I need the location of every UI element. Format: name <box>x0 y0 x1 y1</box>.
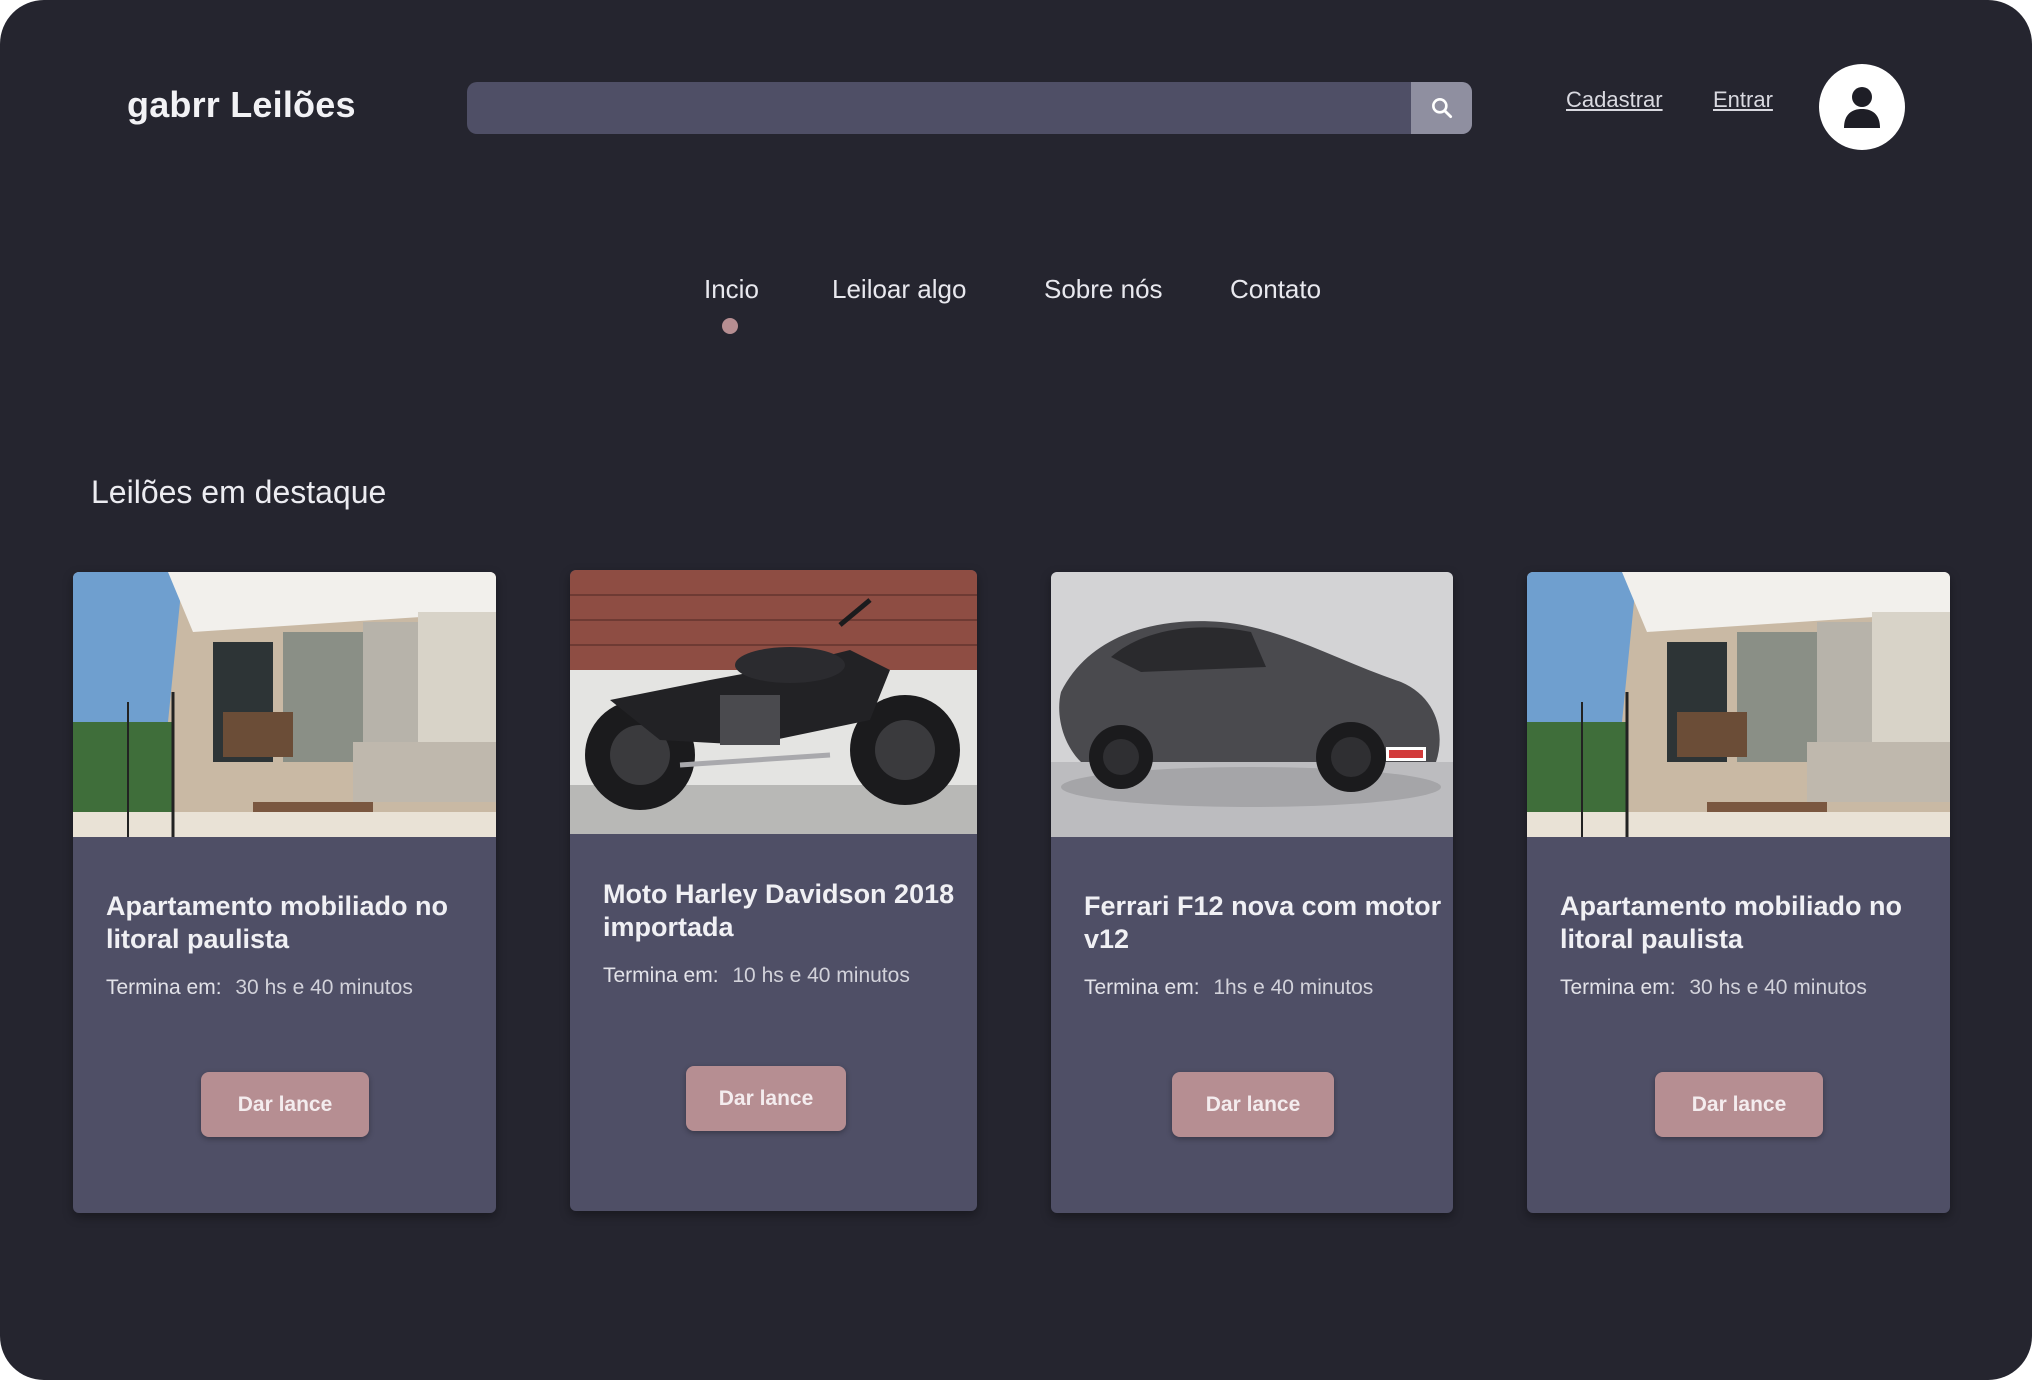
end-time-value: 30 hs e 40 minutos <box>235 976 413 999</box>
search-input[interactable] <box>467 82 1407 134</box>
card-title: Moto Harley Davidson 2018 importada <box>603 879 955 942</box>
bid-button[interactable]: Dar lance <box>1172 1072 1334 1137</box>
bid-button[interactable]: Dar lance <box>1655 1072 1823 1137</box>
auction-card: Moto Harley Davidson 2018 importada Term… <box>570 570 977 1211</box>
bid-button[interactable]: Dar lance <box>201 1072 369 1137</box>
card-end-time: Termina em: 30 hs e 40 minutos <box>1560 976 1867 1000</box>
sports-car-image[interactable] <box>1051 572 1453 837</box>
login-link[interactable]: Entrar <box>1713 87 1773 113</box>
end-time-value: 30 hs e 40 minutos <box>1689 976 1867 999</box>
nav-item-sobre[interactable]: Sobre nós <box>1044 274 1163 305</box>
card-end-time: Termina em: 1hs e 40 minutos <box>1084 976 1373 1000</box>
end-time-label: Termina em: <box>603 964 719 987</box>
apartment-balcony-image[interactable] <box>1527 572 1950 837</box>
apartment-balcony-image[interactable] <box>73 572 496 837</box>
featured-section-title: Leilões em destaque <box>91 474 387 510</box>
card-end-time: Termina em: 30 hs e 40 minutos <box>106 976 413 1000</box>
end-time-label: Termina em: <box>1560 976 1676 999</box>
end-time-value: 10 hs e 40 minutos <box>732 964 910 987</box>
auction-card: Apartamento mobiliado no litoral paulist… <box>73 572 496 1213</box>
user-icon <box>1844 87 1880 128</box>
user-avatar[interactable] <box>1819 64 1905 150</box>
card-end-time: Termina em: 10 hs e 40 minutos <box>603 964 910 988</box>
end-time-label: Termina em: <box>106 976 222 999</box>
search-icon <box>1431 98 1452 119</box>
end-time-value: 1hs e 40 minutos <box>1213 976 1374 999</box>
motorcycle-image[interactable] <box>570 570 977 834</box>
auction-card: Apartamento mobiliado no litoral paulist… <box>1527 572 1950 1213</box>
search-bar <box>467 82 1472 134</box>
nav-item-inicio[interactable]: Incio <box>704 274 759 305</box>
auction-card: Ferrari F12 nova com motor v12 Termina e… <box>1051 572 1453 1213</box>
search-button[interactable] <box>1411 82 1472 134</box>
bid-button[interactable]: Dar lance <box>686 1066 846 1131</box>
card-title: Apartamento mobiliado no litoral paulist… <box>1560 891 1903 954</box>
nav-item-leiloar[interactable]: Leiloar algo <box>832 274 966 305</box>
nav-item-contato[interactable]: Contato <box>1230 274 1321 305</box>
site-logo[interactable]: gabrr Leilões <box>127 84 356 126</box>
active-nav-indicator <box>722 318 738 334</box>
signup-link[interactable]: Cadastrar <box>1566 87 1663 113</box>
end-time-label: Termina em: <box>1084 976 1200 999</box>
app-window: gabrr Leilões Cadastrar Entrar Incio Lei… <box>0 0 2032 1380</box>
card-title: Apartamento mobiliado no litoral paulist… <box>106 891 449 954</box>
card-title: Ferrari F12 nova com motor v12 <box>1084 891 1442 954</box>
